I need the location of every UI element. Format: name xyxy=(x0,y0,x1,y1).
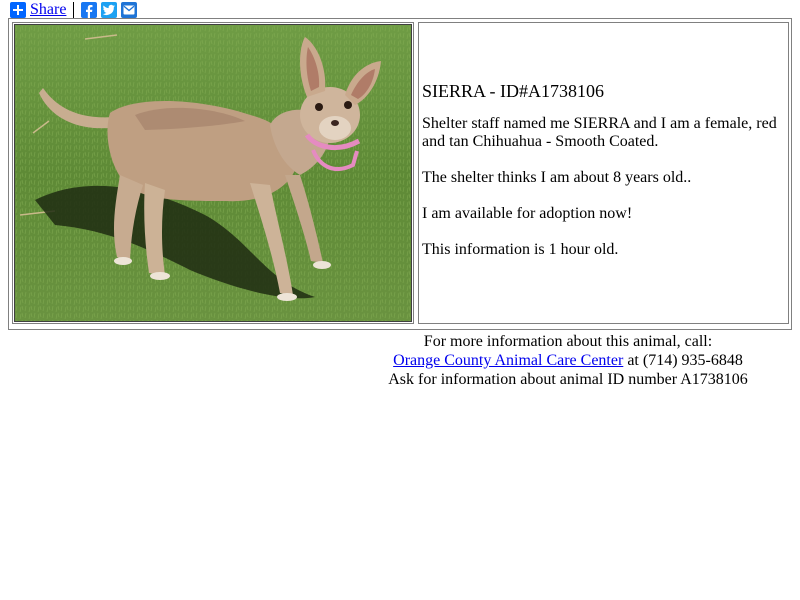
animal-title: SIERRA - ID#A1738106 xyxy=(422,81,605,101)
animal-description: Shelter staff named me SIERRA and I am a… xyxy=(422,115,777,150)
animal-age: The shelter thinks I am about 8 years ol… xyxy=(422,169,692,186)
twitter-icon[interactable] xyxy=(101,2,118,18)
facebook-icon[interactable] xyxy=(81,2,98,18)
toolbar-divider xyxy=(73,2,75,18)
shelter-phone: at (714) 935-6848 xyxy=(623,352,743,369)
share-toolbar: Share xyxy=(10,1,138,19)
contact-line: Orange County Animal Care Center at (714… xyxy=(388,351,748,370)
email-icon[interactable] xyxy=(121,2,138,18)
plus-icon[interactable] xyxy=(10,2,26,18)
shelter-link[interactable]: Orange County Animal Care Center xyxy=(393,352,623,369)
contact-block: For more information about this animal, … xyxy=(388,332,748,389)
share-link[interactable]: Share xyxy=(30,1,66,19)
info-freshness: This information is 1 hour old. xyxy=(422,241,619,258)
contact-id-note: Ask for information about animal ID numb… xyxy=(388,371,748,388)
info-cell: SIERRA - ID#A1738106 Shelter staff named… xyxy=(418,22,789,324)
photo-cell xyxy=(12,22,414,324)
animal-availability: I am available for adoption now! xyxy=(422,205,633,222)
contact-intro: For more information about this animal, … xyxy=(423,333,713,350)
dog-photo xyxy=(15,25,411,321)
animal-table: SIERRA - ID#A1738106 Shelter staff named… xyxy=(8,18,792,330)
